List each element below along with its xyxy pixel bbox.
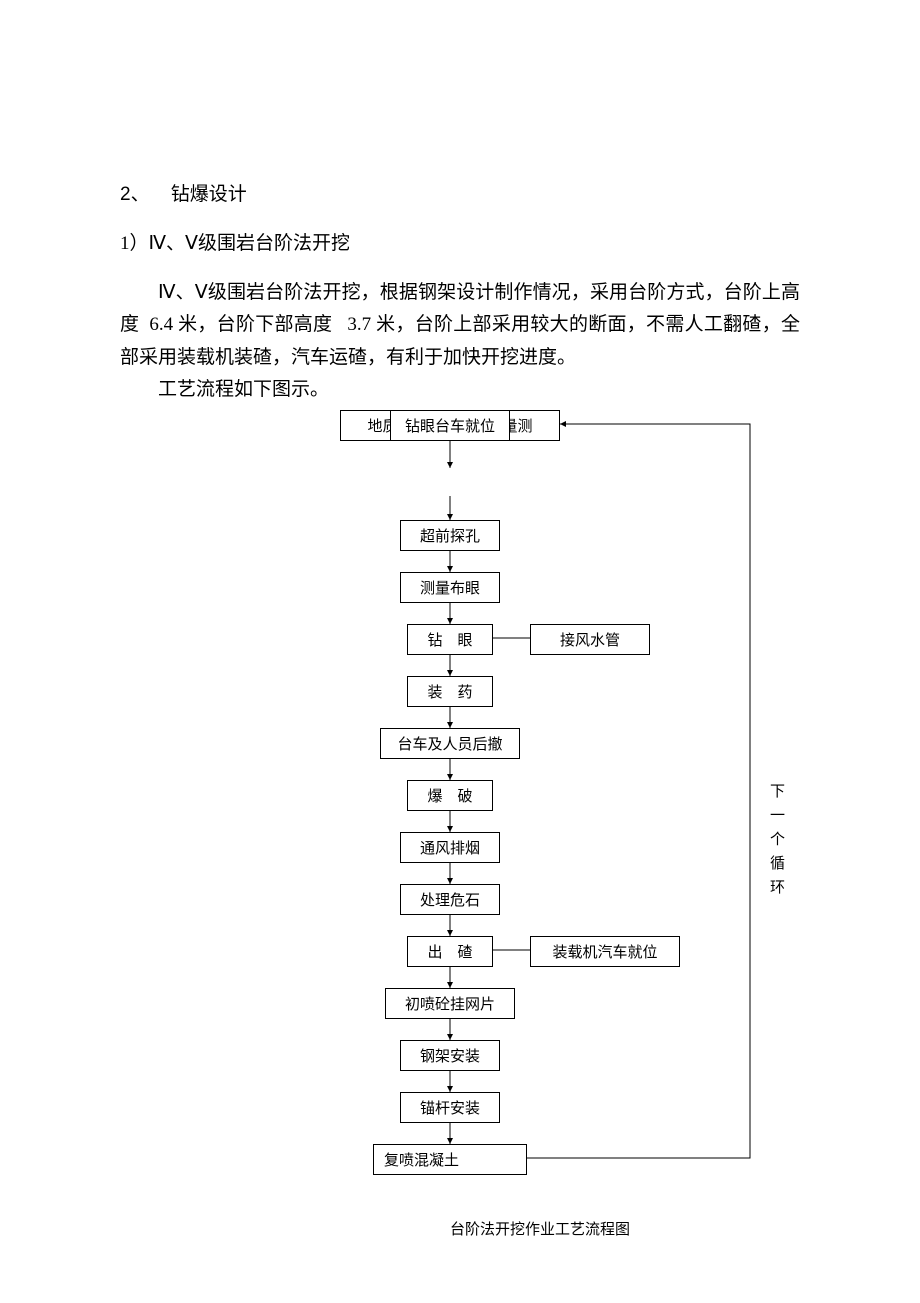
flow-side-box-1: 接风水管 — [530, 624, 650, 655]
flow-box-4: 测量布眼 — [400, 572, 500, 603]
flow-side-box-2: 装载机汽车就位 — [530, 936, 680, 967]
flow-box-8: 爆 破 — [407, 780, 493, 811]
flow-box-6: 装 药 — [407, 676, 493, 707]
flow-box-12: 初喷砼挂网片 — [385, 988, 515, 1019]
heading-title: 钻爆设计 — [171, 184, 247, 205]
flow-lines — [230, 410, 850, 1240]
flow-caption: 台阶法开挖作业工艺流程图 — [230, 1218, 850, 1239]
heading-1: 2、 钻爆设计 — [120, 179, 800, 206]
page: 2、 钻爆设计 1）Ⅳ、Ⅴ级围岩台阶法开挖 Ⅳ、Ⅴ级围岩台阶法开挖，根据钢架设计… — [0, 0, 920, 1303]
para1-b: 6.4 米，台阶下部高度 — [149, 314, 332, 335]
paragraph-1: Ⅳ、Ⅴ级围岩台阶法开挖，根据钢架设计制作情况，采用台阶方式，台阶上高度 6.4 … — [120, 277, 800, 374]
flow-box-3: 超前探孔 — [400, 520, 500, 551]
flow-box-10: 处理危石 — [400, 884, 500, 915]
flow-box-2: 钻眼台车就位 — [390, 410, 510, 441]
flow-box-11: 出 碴 — [407, 936, 493, 967]
heading-2: 1）Ⅳ、Ⅴ级围岩台阶法开挖 — [120, 228, 800, 255]
heading-num: 2、 — [120, 184, 150, 205]
flow-box-14: 锚杆安装 — [400, 1092, 500, 1123]
paragraph-2: 工艺流程如下图示。 — [120, 374, 800, 406]
flow-box-13: 钢架安装 — [400, 1040, 500, 1071]
loop-label: 下一个循环 — [770, 780, 786, 900]
flow-box-9: 通风排烟 — [400, 832, 500, 863]
flow-box-7: 台车及人员后撤 — [380, 728, 520, 759]
flow-box-15: 复喷混凝土 — [373, 1144, 527, 1175]
loop-label-text: 下一个循环 — [770, 784, 785, 896]
flow-box-5: 钻 眼 — [407, 624, 493, 655]
flowchart: 地质超前预报、监控量测 钻眼台车就位 超前探孔 测量布眼 钻 眼 装 药 台车及… — [230, 410, 850, 1240]
